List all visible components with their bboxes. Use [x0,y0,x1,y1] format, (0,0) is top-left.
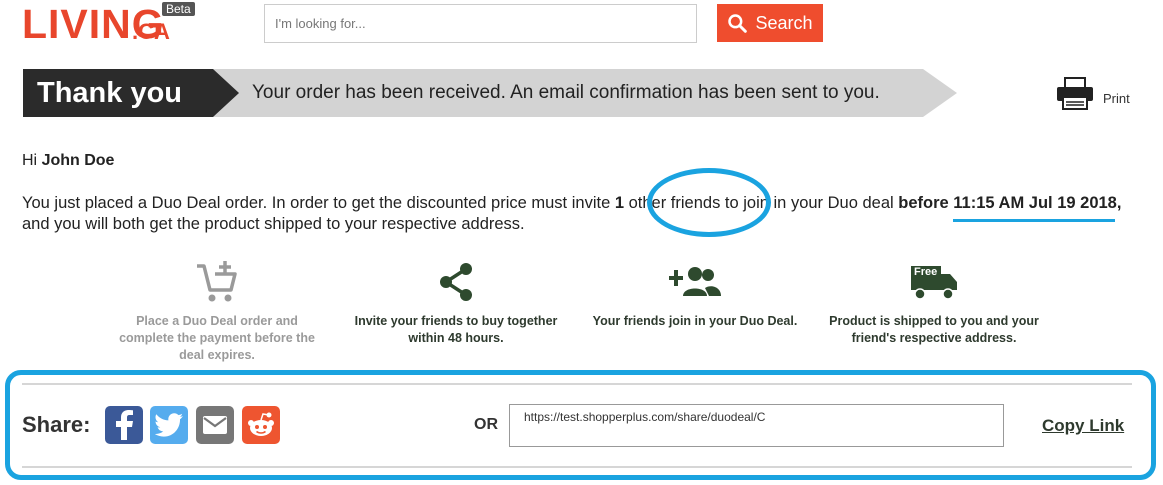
step-shipped: Free Product is shipped to you and your … [829,255,1039,347]
reddit-share-button[interactable] [242,406,280,444]
message-part-3: and you will both get the product shippe… [22,215,525,233]
greeting-prefix: Hi [22,152,38,169]
step-text: Place a Duo Deal order and complete the … [119,314,315,362]
printer-icon [1057,77,1093,110]
banner-title: Thank you [37,77,183,109]
customer-name: John Doe [41,152,115,169]
twitter-share-button[interactable] [150,406,188,444]
email-icon [203,416,227,434]
share-divider-top [22,383,1132,385]
search-button[interactable]: Search [717,4,823,42]
annotation-circle [647,168,771,237]
banner-message: Your order has been received. An email c… [252,82,880,103]
search-button-label: Search [755,12,813,33]
twitter-icon [155,413,183,437]
step-text: Your friends join in your Duo Deal. [592,314,798,328]
annotation-underline [953,219,1115,222]
share-divider-bottom [22,466,1132,468]
print-button[interactable]: Print [1055,77,1145,111]
share-label: Share: [22,412,91,437]
share-url-field[interactable] [509,404,1004,447]
step-text: Invite your friends to buy together with… [354,314,558,345]
free-badge: Free [914,266,938,278]
add-friends-icon [669,267,721,296]
friend-count: 1 [614,194,625,212]
or-label: OR [474,416,498,433]
step-invite-friends: Invite your friends to buy together with… [351,255,561,347]
step-friends-join: Your friends join in your Duo Deal. [590,255,800,330]
deal-deadline: before 11:15 AM Jul 19 2018, [898,194,1122,212]
search-input[interactable] [264,4,697,43]
greeting: Hi John Doe [22,152,114,170]
search-icon [728,14,748,33]
step-place-order: Place a Duo Deal order and complete the … [112,255,322,364]
print-label: Print [1103,90,1130,106]
step-text: Product is shipped to you and your frien… [829,314,1039,345]
thank-you-banner: Thank you Your order has been received. … [23,69,957,117]
beta-badge: Beta [162,2,195,16]
copy-link-button[interactable]: Copy Link [1042,416,1124,436]
cart-add-icon [197,261,237,302]
duo-deal-message: You just placed a Duo Deal order. In ord… [22,193,1132,235]
facebook-share-button[interactable] [105,406,143,444]
facebook-icon [116,410,133,440]
email-share-button[interactable] [196,406,234,444]
living-logo[interactable]: LIVING .CA Beta [22,2,202,46]
share-icon [440,263,472,301]
message-part-1: You just placed a Duo Deal order. In ord… [22,194,615,212]
logo-domain: .CA [132,19,170,44]
reddit-icon [248,412,274,436]
